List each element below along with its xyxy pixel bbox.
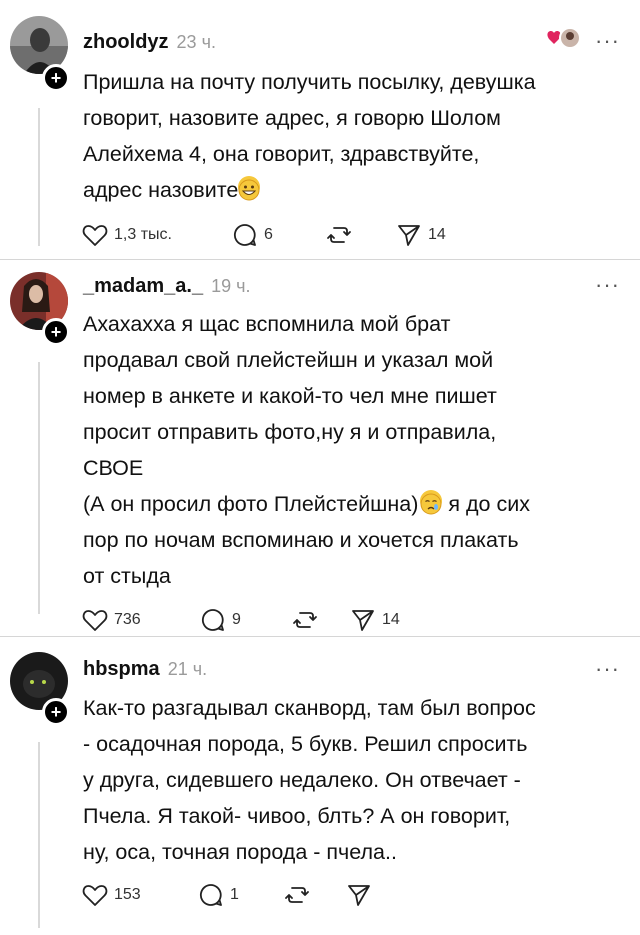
comment-count: 9: [232, 611, 241, 628]
text-line: Пчела. Я такой- чивоо, блть? А он говори…: [83, 804, 511, 828]
post-3: + hbspma 21 ч. ··· Как-то разгадывал ска…: [0, 638, 640, 935]
repost-button[interactable]: [284, 882, 346, 908]
text-line: просит отправить фото,ну я и отправила,: [83, 420, 497, 444]
comment-icon: [201, 609, 224, 631]
share-button[interactable]: 14: [396, 222, 446, 248]
text-line: говорит, назовите адрес, я говорю Шолом: [83, 106, 501, 130]
like-button[interactable]: 153: [82, 883, 198, 907]
text-line: ну, оса, точная порода - пчела..: [83, 840, 397, 864]
post-header: hbspma 21 ч.: [83, 658, 207, 681]
text-line: у друга, сидевшего недалеко. Он отвечает…: [83, 768, 521, 792]
like-count: 1,3 тыс.: [114, 226, 172, 243]
timestamp: 23 ч.: [176, 32, 216, 52]
follow-plus-icon[interactable]: +: [42, 64, 70, 92]
crying-emoji-icon: [420, 490, 443, 515]
timestamp: 21 ч.: [167, 659, 208, 679]
follow-plus-icon[interactable]: +: [42, 318, 70, 346]
text-line: Пришла на почту получить посылку, девушк…: [83, 70, 536, 94]
more-options-button[interactable]: ···: [595, 272, 620, 298]
text-line: (А он просил фото Плейстейшна) я до сих: [83, 490, 530, 516]
post-actions: 153 1: [82, 882, 378, 908]
text-line: пор по ночам вспоминаю и хочется плакать: [83, 528, 519, 552]
post-separator: [0, 636, 640, 637]
share-button[interactable]: 14: [350, 607, 400, 633]
more-options-button[interactable]: ···: [595, 656, 620, 682]
comment-icon: [199, 884, 222, 906]
comment-count: 6: [264, 226, 273, 243]
more-options-button[interactable]: ···: [595, 28, 620, 54]
thread-line: [38, 108, 40, 246]
comment-button[interactable]: 9: [200, 607, 292, 633]
timestamp: 19 ч.: [211, 276, 251, 296]
follow-plus-icon[interactable]: +: [42, 698, 70, 726]
share-count: 14: [428, 226, 446, 243]
post-actions: 1,3 тыс. 6 14: [82, 222, 446, 248]
heart-icon: [82, 885, 108, 906]
like-count: 153: [114, 886, 141, 903]
repost-icon: [293, 612, 317, 628]
text-line: СВОЕ: [83, 456, 144, 480]
text-line: от стыда: [83, 564, 171, 588]
post-1: + zhooldyz 23 ч. ··· Пришла на почту пол…: [0, 0, 640, 260]
username[interactable]: _madam_a._: [83, 275, 203, 298]
like-button[interactable]: 1,3 тыс.: [82, 223, 232, 247]
post-header: _madam_a._ 19 ч.: [83, 275, 250, 298]
comment-button[interactable]: 1: [198, 882, 284, 908]
like-count: 736: [114, 611, 141, 628]
text-line: Как-то разгадывал сканворд, там был вопр…: [83, 696, 536, 720]
repost-button[interactable]: [326, 222, 396, 248]
post-text: Ахахахха я щас вспомнила мой брат продав…: [83, 306, 620, 594]
post-text: Как-то разгадывал сканворд, там был вопр…: [83, 690, 620, 870]
post-text: Пришла на почту получить посылку, девушк…: [83, 64, 620, 208]
like-button[interactable]: 736: [82, 608, 200, 632]
send-icon: [348, 885, 370, 906]
username[interactable]: hbspma: [83, 658, 160, 681]
repost-icon: [327, 227, 351, 243]
share-count: 14: [382, 611, 400, 628]
post-2: + _madam_a._ 19 ч. ··· Ахахахха я щас вс…: [0, 260, 640, 638]
comment-button[interactable]: 6: [232, 222, 326, 248]
text-line: Алейхема 4, она говорит, здравствуйте,: [83, 142, 480, 166]
comment-icon: [233, 224, 256, 246]
comment-count: 1: [230, 886, 239, 903]
repost-icon: [285, 887, 309, 903]
username[interactable]: zhooldyz: [83, 31, 169, 54]
text-line: - осадочная порода, 5 букв. Решил спроси…: [83, 732, 528, 756]
send-icon: [398, 225, 420, 246]
text-line: номер в анкете и какой-то чел мне пишет: [83, 384, 497, 408]
text-line: адрес назовите: [83, 172, 620, 208]
send-icon: [352, 610, 374, 631]
heart-icon: [82, 610, 108, 631]
share-button[interactable]: [346, 882, 378, 908]
text-line: Ахахахха я щас вспомнила мой брат: [83, 312, 451, 336]
post-header: zhooldyz 23 ч.: [83, 31, 216, 54]
grinning-emoji-icon: [238, 176, 261, 201]
thread-line: [38, 362, 40, 614]
heart-icon: [82, 225, 108, 246]
liked-by-author-badge: [544, 26, 581, 52]
post-actions: 736 9 14: [82, 607, 400, 633]
text-line: продавал свой плейстейшн и указал мой: [83, 348, 494, 372]
heart-avatar-badge-icon: [547, 27, 581, 49]
thread-line: [38, 742, 40, 928]
repost-button[interactable]: [292, 607, 350, 633]
